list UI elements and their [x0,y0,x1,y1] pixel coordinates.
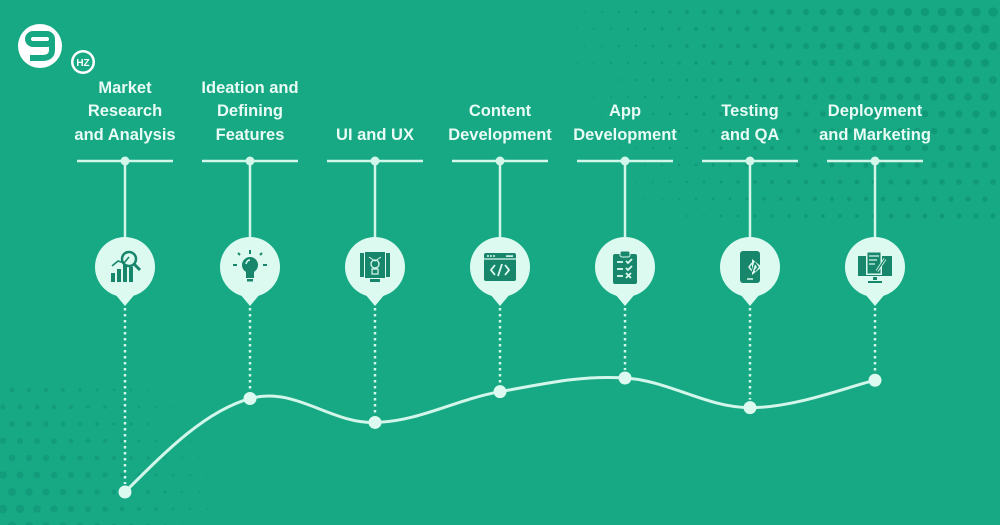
curve-point [368,415,382,429]
step-label: Testing and QA [685,100,815,147]
step-label: App Development [560,100,690,147]
step-label: Content Development [435,100,565,147]
step-label-line: App [608,102,642,120]
step-label-line: Features [215,125,285,144]
logo-text: HZ [76,58,89,69]
step-label: UI and UX [310,124,440,148]
step-label-line: and Analysis [74,125,176,144]
curve-point [618,371,632,385]
ui-ux-design-icon [355,247,395,287]
curve-point [493,385,507,399]
step-label-line: Research [87,102,163,120]
process-diagram: HZ Market Research and Analysis Ideation an… [0,0,1000,525]
step-label-line: Defining [217,102,283,120]
clipboard-checklist-icon [605,247,645,287]
curve-point [243,392,257,406]
curve-point [868,373,882,387]
step-label-line: Testing [721,102,779,120]
step-label-line: Development [573,125,677,144]
step-label: Deployment and Marketing [810,100,940,147]
step-label-line: UI and UX [336,125,414,144]
step-label-line: Content [468,102,532,120]
curve-point [118,485,132,499]
brand-logo: HZ [18,20,98,76]
mobile-code-icon [730,247,770,287]
lightbulb-icon [230,247,270,287]
curve-point [743,401,757,415]
step-label-line: Market [98,78,152,97]
step-label-line: and QA [720,125,780,144]
logo-icon: HZ [18,24,95,74]
step-label: Market Research and Analysis [60,77,190,148]
step-label-line: Ideation and [201,78,299,97]
step-label: Ideation and Defining Features [185,77,315,148]
step-label-line: and Marketing [819,125,931,144]
market-research-icon [105,247,145,287]
step-label-line: Development [448,125,552,144]
code-window-icon [480,247,520,287]
monitor-edit-icon [855,247,895,287]
step-label-line: Deployment [827,102,923,120]
